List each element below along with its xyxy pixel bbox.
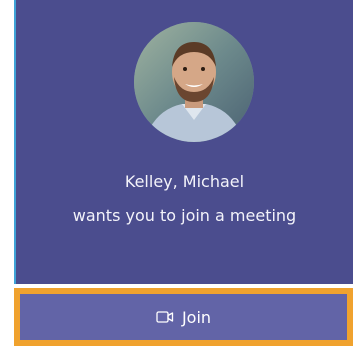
meeting-invite-message: wants you to join a meeting (72, 206, 297, 225)
incoming-meeting-toast: Kelley, Michael wants you to join a meet… (0, 0, 353, 346)
video-camera-icon (156, 310, 174, 324)
join-button[interactable]: Join (20, 294, 347, 340)
join-button-focus-ring: Join (14, 288, 353, 346)
avatar-photo-icon (134, 22, 254, 142)
caller-card: Kelley, Michael wants you to join a meet… (14, 0, 353, 284)
join-button-label: Join (181, 307, 212, 327)
caller-avatar (134, 22, 254, 142)
caller-name: Kelley, Michael (124, 172, 245, 191)
